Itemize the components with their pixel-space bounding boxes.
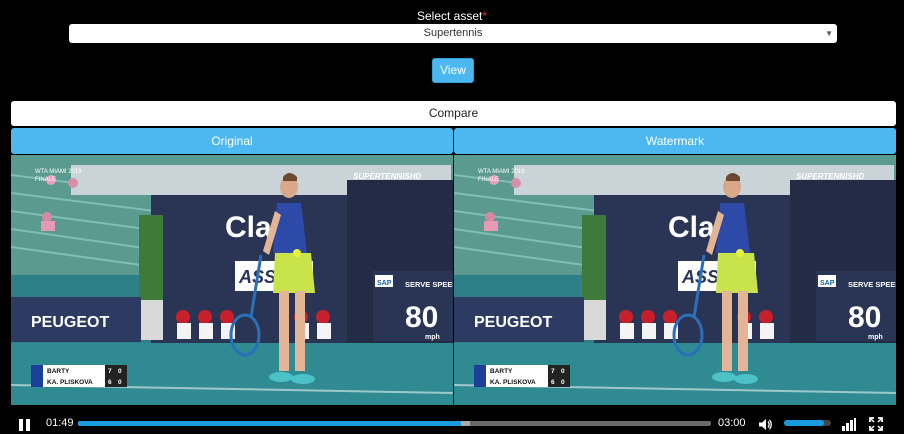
- tournament-name: WTA MIAMI 2019: [35, 169, 82, 175]
- svg-text:0: 0: [118, 379, 122, 386]
- seek-bar[interactable]: [78, 421, 711, 426]
- tab-watermark[interactable]: Watermark: [454, 128, 896, 154]
- app: Select asset* Supertennis ▼ View Compare…: [0, 0, 904, 434]
- chevron-down-icon: ▼: [825, 29, 833, 38]
- svg-text:0: 0: [118, 368, 122, 375]
- fullscreen-icon[interactable]: [869, 417, 883, 431]
- seek-bar-played: [78, 421, 461, 426]
- broadcaster-logo: SUPERTENNISHD: [353, 172, 422, 181]
- view-button[interactable]: View: [432, 58, 474, 83]
- tennis-scene: Clar PEUGEOT ASS WTA MIAMI 2019 FINALE S…: [11, 155, 453, 405]
- select-asset-label: Select asset*: [0, 9, 904, 23]
- svg-text:KA. PLISKOVA: KA. PLISKOVA: [490, 379, 536, 386]
- quality-bars-icon[interactable]: [842, 418, 856, 431]
- tournament-round: FINALE: [35, 177, 56, 183]
- speed-value: 80: [848, 301, 881, 334]
- seek-bar-buffered: [460, 421, 471, 426]
- speed-unit: mph: [425, 334, 440, 341]
- tennis-scene: Clar PEUGEOT ASS WTA MIAMI 2019 FINALE S…: [454, 155, 896, 405]
- sponsor-peugeot: PEUGEOT: [31, 314, 109, 331]
- svg-text:0: 0: [561, 368, 565, 375]
- asset-select[interactable]: Supertennis ▼: [69, 24, 837, 43]
- player-controls: 01:49 03:00: [0, 408, 904, 434]
- volume-slider[interactable]: [784, 420, 831, 426]
- svg-text:7: 7: [551, 368, 555, 375]
- speed-title: SERVE SPEED: [848, 280, 896, 289]
- svg-text:6: 6: [108, 379, 112, 386]
- select-asset-label-text: Select asset: [416, 9, 483, 23]
- svg-text:0: 0: [561, 379, 565, 386]
- required-mark: *: [482, 9, 488, 23]
- speed-brand: SAP: [377, 280, 392, 287]
- svg-text:BARTY: BARTY: [490, 368, 513, 375]
- tab-original[interactable]: Original: [11, 128, 453, 154]
- video-original[interactable]: Clar PEUGEOT ASS WTA MIAMI 2019 FINALE S…: [11, 155, 453, 405]
- volume-slider-level: [784, 420, 824, 426]
- speed-title: SERVE SPEED: [405, 280, 453, 289]
- scoreboard: BARTY KA. PLISKOVA 7 6 0 0: [31, 365, 127, 387]
- compare-button[interactable]: Compare: [11, 101, 896, 126]
- svg-text:KA. PLISKOVA: KA. PLISKOVA: [47, 379, 93, 386]
- svg-text:6: 6: [551, 379, 555, 386]
- speed-unit: mph: [868, 334, 883, 341]
- volume-icon[interactable]: [758, 418, 772, 431]
- total-time: 03:00: [718, 417, 746, 429]
- video-watermark[interactable]: Clar PEUGEOT ASS WTA MIAMI 2019 FINALE S…: [454, 155, 896, 405]
- tournament-round: FINALE: [478, 177, 499, 183]
- broadcaster-logo: SUPERTENNISHD: [796, 172, 865, 181]
- asset-select-value: Supertennis: [423, 27, 483, 39]
- speed-value: 80: [405, 301, 438, 334]
- sponsor-peugeot: PEUGEOT: [474, 314, 552, 331]
- speed-brand: SAP: [820, 280, 835, 287]
- scoreboard: BARTY KA. PLISKOVA 7 6 0 0: [474, 365, 570, 387]
- svg-text:BARTY: BARTY: [47, 368, 70, 375]
- svg-text:7: 7: [108, 368, 112, 375]
- tournament-name: WTA MIAMI 2019: [478, 169, 525, 175]
- pause-icon[interactable]: [19, 419, 31, 431]
- current-time: 01:49: [46, 417, 74, 429]
